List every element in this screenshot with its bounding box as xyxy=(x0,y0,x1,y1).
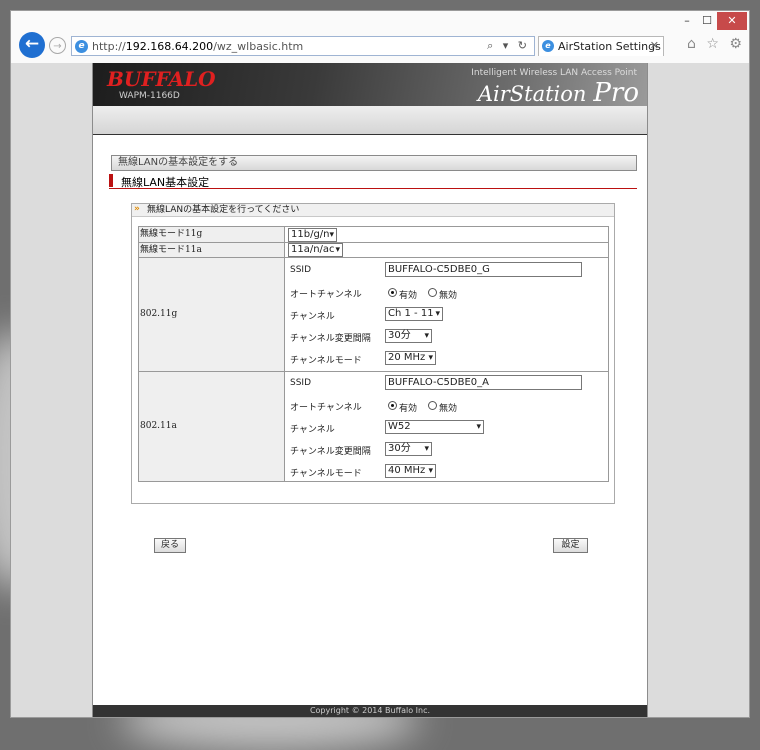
a-ssid-label: SSID xyxy=(290,378,312,388)
url-input[interactable]: e http://192.168.64.200/wz_wlbasic.htm ⌕… xyxy=(71,36,535,56)
a-auto-off-radio[interactable] xyxy=(428,401,437,410)
forward-arrow-icon[interactable]: → xyxy=(49,37,66,54)
g-auto-on-label: 有効 xyxy=(399,291,418,301)
g-interval-label: チャンネル変更間隔 xyxy=(290,334,371,344)
page-viewport: BUFFALO WAPM-1166D Intelligent Wireless … xyxy=(11,63,749,717)
a-ssid-input[interactable]: BUFFALO-C5DBE0_A xyxy=(385,375,582,390)
buffalo-logo: BUFFALO xyxy=(107,67,216,91)
browser-window: – ☐ ✕ ← → e http://192.168.64.200/wz_wlb… xyxy=(10,10,750,718)
a-auto-on-radio[interactable] xyxy=(388,401,397,410)
mode11g-select[interactable]: 11b/g/n ▾ xyxy=(288,228,337,242)
a-channel-mode-select[interactable]: 40 MHz ▾ xyxy=(385,464,436,478)
band-g-label: 802.11g xyxy=(139,258,285,371)
section-title-text: 無線LAN基本設定 xyxy=(121,176,210,189)
breadcrumb: 無線LANの基本設定をする xyxy=(111,155,637,171)
home-favorites-settings-icons[interactable]: ⌂ ☆ ⚙ xyxy=(687,36,745,52)
mode11a-label: 無線モード11a xyxy=(139,243,285,257)
g-interval-select[interactable]: 30分 ▾ xyxy=(385,329,432,343)
g-channel-mode-label: チャンネルモード xyxy=(290,356,362,366)
band-a-label: 802.11a xyxy=(139,372,285,481)
ie-page-icon: e xyxy=(75,40,88,53)
settings-table: 無線モード11g 11b/g/n ▾ 無線モード11a 11a/n/ac ▾ 802… xyxy=(138,226,609,482)
settings-panel: » 無線LANの基本設定を行ってください 無線モード11g 11b/g/n ▾ 無… xyxy=(131,203,615,504)
panel-heading: » 無線LANの基本設定を行ってください xyxy=(132,204,614,217)
mode11a-select[interactable]: 11a/n/ac ▾ xyxy=(288,243,343,257)
panel-heading-text: 無線LANの基本設定を行ってください xyxy=(147,205,300,215)
g-auto-off-label: 無効 xyxy=(439,291,458,301)
address-bar: ← → e http://192.168.64.200/wz_wlbasic.h… xyxy=(11,32,749,60)
a-channel-label: チャンネル xyxy=(290,425,335,435)
title-bar: – ☐ ✕ xyxy=(11,11,749,33)
product-tagline: Intelligent Wireless LAN Access Point xyxy=(471,68,637,78)
g-auto-on-radio[interactable] xyxy=(388,288,397,297)
g-auto-off-radio[interactable] xyxy=(428,288,437,297)
submit-button[interactable]: 設定 xyxy=(553,538,588,553)
ie-tab-icon: e xyxy=(542,40,554,52)
header-banner: BUFFALO WAPM-1166D Intelligent Wireless … xyxy=(93,63,647,108)
tab-airstation-settings[interactable]: e AirStation Settings ✕ xyxy=(538,36,664,56)
model-name: WAPM-1166D xyxy=(119,91,180,101)
g-auto-channel-label: オートチャンネル xyxy=(290,290,362,300)
double-arrow-icon: » xyxy=(134,204,140,214)
a-interval-select[interactable]: 30分 ▾ xyxy=(385,442,432,456)
close-window-button[interactable]: ✕ xyxy=(717,12,747,30)
url-text: http://192.168.64.200/wz_wlbasic.htm xyxy=(92,40,304,53)
g-channel-label: チャンネル xyxy=(290,312,335,322)
g-ssid-label: SSID xyxy=(290,265,312,275)
router-page: BUFFALO WAPM-1166D Intelligent Wireless … xyxy=(92,63,648,717)
a-auto-off-label: 無効 xyxy=(439,404,458,414)
url-tools-icons[interactable]: ⌕ ▾ ↻ xyxy=(487,39,530,53)
a-channel-select[interactable]: W52 ▾ xyxy=(385,420,484,434)
section-marker xyxy=(109,174,113,187)
product-logo: AirStation Pro xyxy=(477,78,639,108)
g-channel-mode-select[interactable]: 20 MHz ▾ xyxy=(385,351,436,365)
menu-strip xyxy=(93,106,647,135)
a-auto-channel-label: オートチャンネル xyxy=(290,403,362,413)
a-interval-label: チャンネル変更間隔 xyxy=(290,447,371,457)
copyright-footer: Copyright © 2014 Buffalo Inc. xyxy=(93,705,647,717)
back-arrow-icon[interactable]: ← xyxy=(19,32,45,58)
g-channel-select[interactable]: Ch 1 - 11 ▾ xyxy=(385,307,443,321)
a-channel-mode-label: チャンネルモード xyxy=(290,469,362,479)
tab-title: AirStation Settings xyxy=(558,40,661,53)
a-auto-on-label: 有効 xyxy=(399,404,418,414)
back-button[interactable]: 戻る xyxy=(154,538,186,553)
tab-close-icon[interactable]: ✕ xyxy=(650,39,659,52)
mode11g-label: 無線モード11g xyxy=(139,227,285,242)
g-ssid-input[interactable]: BUFFALO-C5DBE0_G xyxy=(385,262,582,277)
section-title: 無線LAN基本設定 xyxy=(109,173,637,189)
